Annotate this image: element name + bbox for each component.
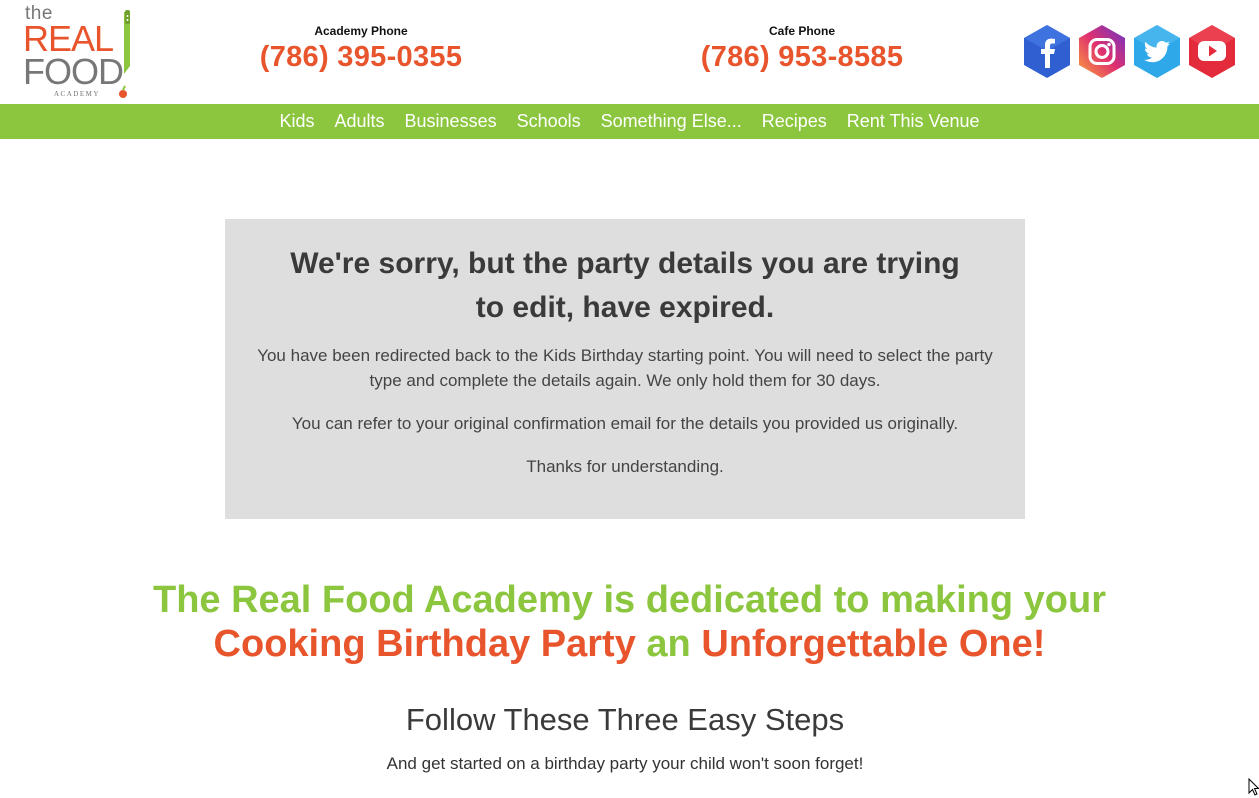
headline-cooking-birthday-party: Cooking Birthday Party: [213, 623, 636, 665]
twitter-icon[interactable]: [1131, 24, 1183, 79]
logo-text-food: FOOD: [23, 51, 124, 92]
site-header: the REAL FOOD ACADEMY Academy Phone (786…: [0, 0, 1259, 104]
nav-item-schools[interactable]: Schools: [517, 104, 581, 139]
birthday-headline: The Real Food Academy is dedicated to ma…: [0, 578, 1259, 666]
steps-title: Follow These Three Easy Steps: [405, 702, 845, 737]
nav-item-kids[interactable]: Kids: [279, 104, 314, 139]
academy-phone-number[interactable]: (786) 395-0355: [240, 40, 482, 74]
nav-item-businesses[interactable]: Businesses: [405, 104, 497, 139]
facebook-icon[interactable]: [1021, 24, 1073, 79]
main-nav: Kids Adults Businesses Schools Something…: [0, 104, 1259, 139]
mouse-cursor-icon: [1248, 778, 1259, 796]
youtube-icon[interactable]: [1186, 24, 1238, 79]
notice-heading: We're sorry, but the party details you a…: [290, 247, 960, 324]
nav-item-rent-this-venue[interactable]: Rent This Venue: [847, 104, 980, 139]
academy-phone-label: Academy Phone: [314, 24, 408, 38]
logo-text-academy: ACADEMY: [54, 90, 100, 98]
knife-icon: [119, 10, 130, 98]
headline-an: an: [635, 623, 702, 665]
headline-line-1: The Real Food Academy is dedicated to ma…: [152, 579, 1107, 621]
headline-unforgettable: Unforgettable One!: [701, 623, 1046, 665]
notice-redirect-text: You have been redirected back to the Kid…: [257, 346, 993, 390]
nav-item-recipes[interactable]: Recipes: [762, 104, 827, 139]
steps-subtitle: And get started on a birthday party your…: [386, 754, 864, 773]
real-food-academy-logo[interactable]: the REAL FOOD ACADEMY: [22, 4, 140, 100]
nav-item-something-else[interactable]: Something Else...: [601, 104, 742, 139]
headline-line-2: Cooking Birthday Party an Unforgettable …: [0, 622, 1259, 666]
cafe-phone-block: Cafe Phone (786) 953-8585: [682, 24, 922, 74]
notice-email-text: You can refer to your original confirmat…: [291, 414, 959, 433]
academy-phone-block: Academy Phone (786) 395-0355: [240, 24, 482, 74]
cafe-phone-number[interactable]: (786) 953-8585: [682, 40, 922, 74]
instagram-icon[interactable]: [1076, 24, 1128, 79]
social-links: [1021, 24, 1238, 79]
nav-item-adults[interactable]: Adults: [335, 104, 385, 139]
expired-notice: We're sorry, but the party details you a…: [225, 219, 1025, 519]
notice-thanks-text: Thanks for understanding.: [526, 457, 724, 476]
cafe-phone-label: Cafe Phone: [768, 24, 835, 38]
